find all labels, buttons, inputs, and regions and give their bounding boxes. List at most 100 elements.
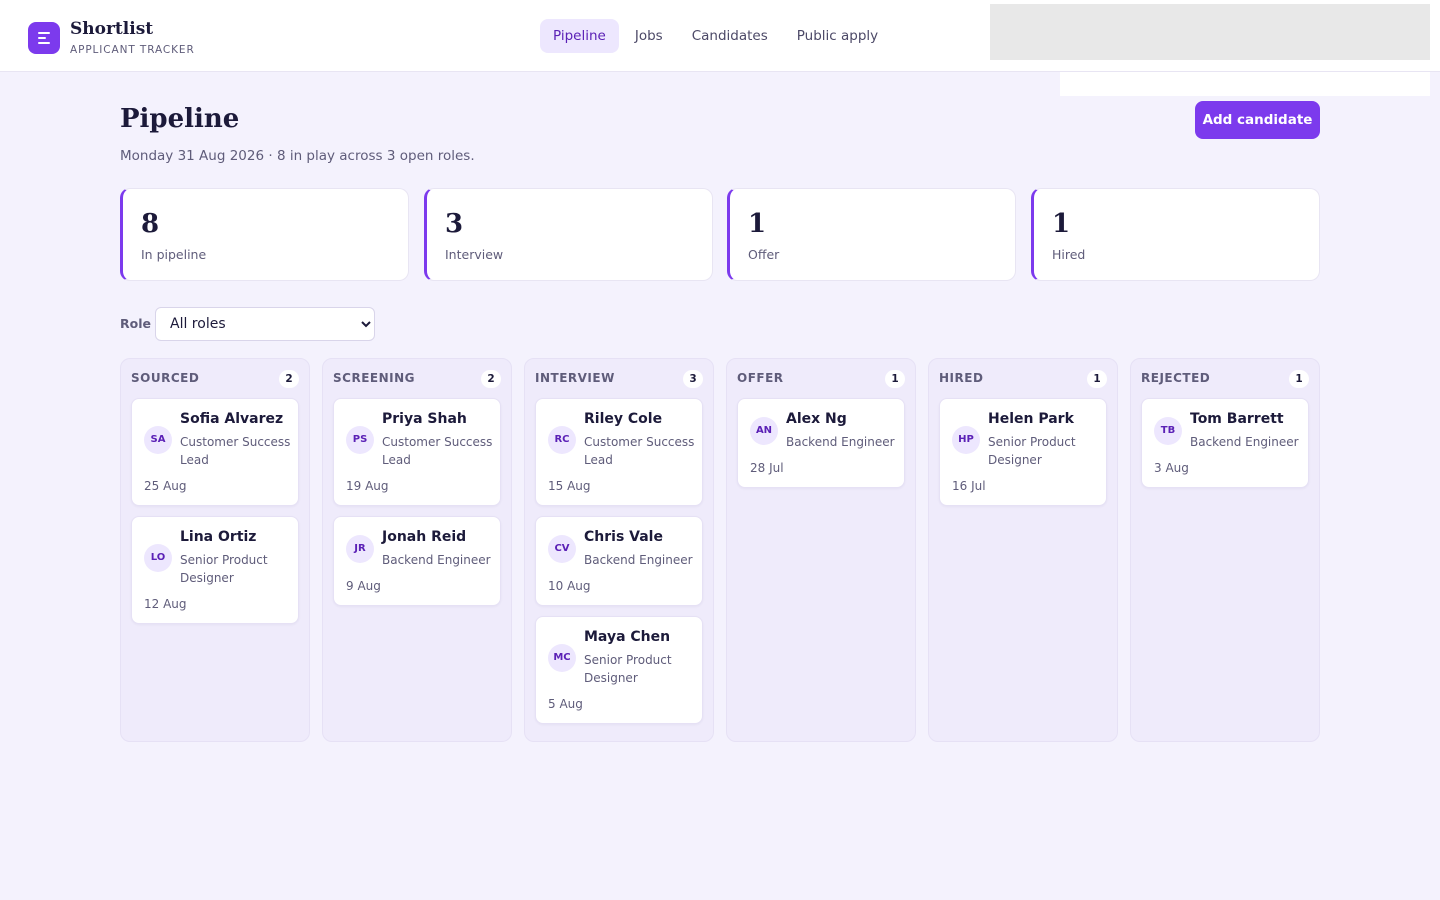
brand[interactable]: Shortlist APPLICANT TRACKER	[28, 20, 195, 56]
column-cards: TB Tom Barrett Backend Engineer 3 Aug	[1141, 398, 1309, 498]
role-filter-select[interactable]: All roles	[155, 307, 375, 341]
nav-pipeline[interactable]: Pipeline	[540, 19, 619, 53]
candidate-role: Backend Engineer	[382, 553, 491, 567]
avatar: LO	[144, 544, 172, 572]
candidate-card[interactable]: TB Tom Barrett Backend Engineer 3 Aug	[1141, 398, 1309, 488]
column-interview: INTERVIEW 3 RC Riley Cole Customer Succe…	[524, 358, 714, 742]
column-count-badge: 2	[481, 370, 501, 388]
header-placeholder-block	[990, 4, 1430, 60]
column-title: SOURCED	[131, 371, 200, 385]
candidate-card[interactable]: CV Chris Vale Backend Engineer 10 Aug	[535, 516, 703, 606]
candidate-name: Chris Vale	[584, 529, 663, 545]
column-cards: HP Helen Park Senior Product Designer 16…	[939, 398, 1107, 516]
candidate-role: Backend Engineer	[786, 435, 895, 449]
candidate-card[interactable]: HP Helen Park Senior Product Designer 16…	[939, 398, 1107, 506]
stat-card-hired: 1 Hired	[1031, 188, 1320, 281]
candidate-date: 9 Aug	[346, 579, 381, 593]
candidate-name: Riley Cole	[584, 411, 663, 427]
nav-candidates[interactable]: Candidates	[679, 19, 781, 53]
column-title: SCREENING	[333, 371, 415, 385]
candidate-card[interactable]: AN Alex Ng Backend Engineer 28 Jul	[737, 398, 905, 488]
column-offer: OFFER 1 AN Alex Ng Backend Engineer 28 J…	[726, 358, 916, 742]
column-screening: SCREENING 2 PS Priya Shah Customer Succe…	[322, 358, 512, 742]
avatar: HP	[952, 426, 980, 454]
candidate-card[interactable]: RC Riley Cole Customer Success Lead 15 A…	[535, 398, 703, 506]
candidate-name: Maya Chen	[584, 629, 671, 645]
column-count-badge: 1	[1289, 370, 1309, 388]
candidate-role: Senior Product Designer	[584, 653, 672, 685]
candidate-date: 19 Aug	[346, 479, 389, 493]
page-subtitle: Monday 31 Aug 2026 · 8 in play across 3 …	[120, 148, 475, 164]
candidate-card[interactable]: MC Maya Chen Senior Product Designer 5 A…	[535, 616, 703, 724]
stat-label: Hired	[1052, 247, 1086, 262]
column-title: REJECTED	[1141, 371, 1211, 385]
candidate-card[interactable]: PS Priya Shah Customer Success Lead 19 A…	[333, 398, 501, 506]
candidate-name: Priya Shah	[382, 411, 467, 427]
candidate-date: 3 Aug	[1154, 461, 1189, 475]
brand-text: Shortlist APPLICANT TRACKER	[70, 20, 195, 56]
nav-jobs[interactable]: Jobs	[622, 19, 676, 53]
column-count-badge: 2	[279, 370, 299, 388]
column-hired: HIRED 1 HP Helen Park Senior Product Des…	[928, 358, 1118, 742]
candidate-name: Sofia Alvarez	[180, 411, 284, 427]
avatar: SA	[144, 426, 172, 454]
column-count-badge: 3	[683, 370, 703, 388]
candidate-date: 5 Aug	[548, 697, 583, 711]
role-filter-label: Role	[120, 316, 151, 331]
candidate-card[interactable]: LO Lina Ortiz Senior Product Designer 12…	[131, 516, 299, 624]
column-cards: AN Alex Ng Backend Engineer 28 Jul	[737, 398, 905, 498]
header-placeholder-strip	[1060, 72, 1430, 96]
column-count-badge: 1	[1087, 370, 1107, 388]
avatar: CV	[548, 535, 576, 563]
candidate-role: Customer Success Lead	[180, 435, 291, 467]
stat-value: 1	[1052, 209, 1071, 239]
stat-value: 3	[445, 209, 464, 239]
candidate-card[interactable]: SA Sofia Alvarez Customer Success Lead 2…	[131, 398, 299, 506]
page-title: Pipeline	[120, 104, 240, 134]
candidate-date: 25 Aug	[144, 479, 187, 493]
avatar: RC	[548, 426, 576, 454]
avatar: AN	[750, 417, 778, 445]
add-candidate-button[interactable]: Add candidate	[1195, 101, 1320, 139]
candidate-role: Customer Success Lead	[382, 435, 493, 467]
app-logo-icon	[28, 22, 60, 54]
stat-card-in-pipeline: 8 In pipeline	[120, 188, 409, 281]
candidate-date: 15 Aug	[548, 479, 591, 493]
column-count-badge: 1	[885, 370, 905, 388]
stat-card-interview: 3 Interview	[424, 188, 713, 281]
candidate-role: Backend Engineer	[584, 553, 693, 567]
column-cards: PS Priya Shah Customer Success Lead 19 A…	[333, 398, 501, 616]
stat-label: In pipeline	[141, 247, 207, 262]
column-rejected: REJECTED 1 TB Tom Barrett Backend Engine…	[1130, 358, 1320, 742]
candidate-role: Backend Engineer	[1190, 435, 1299, 449]
brand-subtitle: APPLICANT TRACKER	[70, 44, 195, 56]
candidate-role: Senior Product Designer	[988, 435, 1076, 467]
stat-value: 1	[748, 209, 767, 239]
candidate-name: Helen Park	[988, 411, 1074, 427]
stat-value: 8	[141, 209, 160, 239]
main-nav: Pipeline Jobs Candidates Public apply	[540, 19, 894, 53]
column-title: OFFER	[737, 371, 784, 385]
candidate-date: 28 Jul	[750, 461, 784, 475]
stat-label: Interview	[445, 247, 504, 262]
column-cards: SA Sofia Alvarez Customer Success Lead 2…	[131, 398, 299, 634]
candidate-name: Alex Ng	[786, 411, 847, 427]
candidate-name: Jonah Reid	[382, 529, 467, 545]
column-title: HIRED	[939, 371, 984, 385]
candidate-name: Tom Barrett	[1190, 411, 1284, 427]
candidate-date: 16 Jul	[952, 479, 986, 493]
column-cards: RC Riley Cole Customer Success Lead 15 A…	[535, 398, 703, 734]
avatar: MC	[548, 644, 576, 672]
avatar: PS	[346, 426, 374, 454]
nav-public-apply[interactable]: Public apply	[784, 19, 891, 53]
candidate-name: Lina Ortiz	[180, 529, 257, 545]
candidate-card[interactable]: JR Jonah Reid Backend Engineer 9 Aug	[333, 516, 501, 606]
candidate-date: 10 Aug	[548, 579, 591, 593]
candidate-date: 12 Aug	[144, 597, 187, 611]
stat-label: Offer	[748, 247, 780, 262]
candidate-role: Customer Success Lead	[584, 435, 695, 467]
column-sourced: SOURCED 2 SA Sofia Alvarez Customer Succ…	[120, 358, 310, 742]
candidate-role: Senior Product Designer	[180, 553, 268, 585]
stat-card-offer: 1 Offer	[727, 188, 1016, 281]
avatar: JR	[346, 535, 374, 563]
